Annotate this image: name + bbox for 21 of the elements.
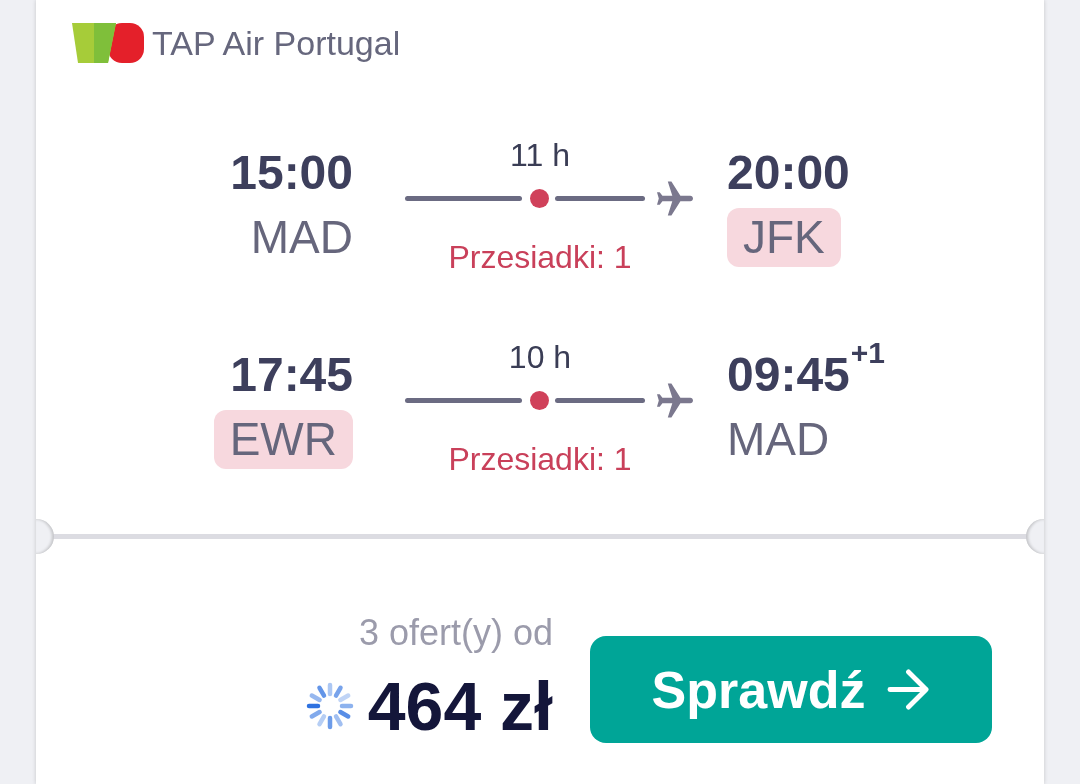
stops-label: Przesiadki: 1: [447, 241, 633, 273]
airplane-icon: [657, 383, 693, 418]
airline-logo: [72, 22, 144, 64]
stops-label: Przesiadki: 1: [447, 443, 633, 475]
airport-code-badge: EWR: [213, 410, 353, 469]
arrival-time: 20:00: [727, 149, 850, 197]
price-amount: 464 zł: [367, 672, 553, 740]
airline-name: TAP Air Portugal: [152, 26, 401, 60]
departure-time: 17:45: [230, 351, 353, 399]
arrival-time: 09:45: [727, 351, 850, 399]
flight-duration: 11 h: [509, 139, 571, 171]
offers-count: 3 ofert(y) od: [358, 615, 553, 651]
arrow-right-icon: [887, 669, 931, 710]
departure-time: 15:00: [230, 149, 353, 197]
airport-code: MAD: [727, 412, 830, 467]
airport-code-badge: JFK: [727, 208, 841, 267]
airplane-icon: [657, 181, 693, 216]
check-deal-button[interactable]: Sprawdź: [590, 636, 992, 743]
day-offset: +1: [850, 338, 885, 368]
flight-duration: 10 h: [507, 341, 573, 373]
airport-code: MAD: [250, 210, 353, 265]
